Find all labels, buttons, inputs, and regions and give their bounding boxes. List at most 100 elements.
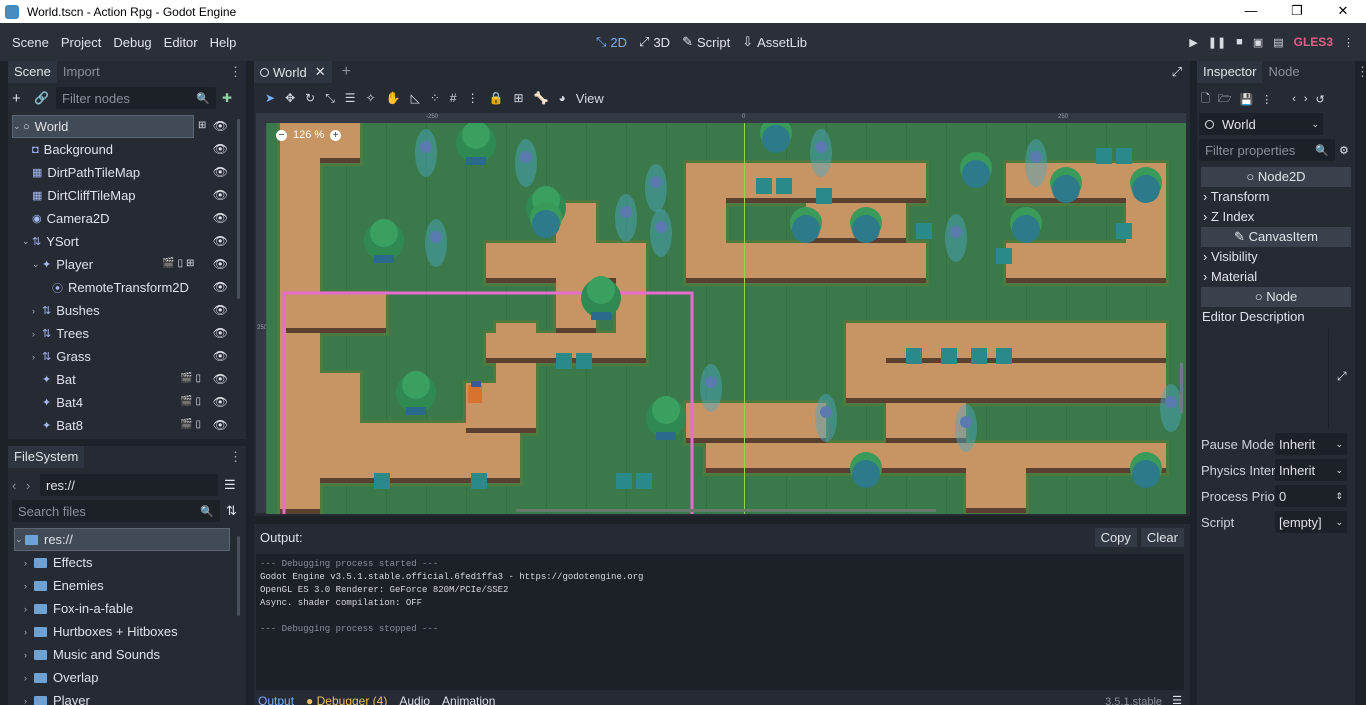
scene-node-dirtclifftilemap[interactable]: ▦ DirtCliffTileMap — [22, 184, 232, 207]
chevron-right-icon[interactable]: › — [24, 696, 34, 705]
file-tree-scrollbar[interactable] — [237, 536, 240, 616]
tab-filesystem[interactable]: FileSystem — [8, 446, 85, 468]
scene-node-trees[interactable]: › ⇅ Trees — [32, 322, 232, 345]
property-value[interactable]: Inherit ⌄ — [1275, 459, 1347, 481]
chevron-right-icon[interactable]: › — [24, 650, 34, 660]
attach-script-icon[interactable]: ✚ — [222, 91, 232, 105]
chevron-right-icon[interactable]: › — [24, 604, 34, 614]
load-resource-icon[interactable]: 🗁 — [1218, 90, 1232, 109]
filter-nodes-input[interactable]: Filter nodes 🔍 — [56, 87, 216, 109]
menu-editor[interactable]: Editor — [158, 35, 204, 50]
visibility-eye-icon[interactable]: 👁 — [213, 188, 228, 202]
scale-mode-icon[interactable]: ⤡ — [325, 91, 335, 106]
menu-scene[interactable]: Scene — [6, 35, 55, 50]
menu-debug[interactable]: Debug — [107, 35, 157, 50]
tab-debugger[interactable]: ● Debugger (4) — [306, 694, 387, 705]
visibility-eye-icon[interactable]: 👁 — [213, 119, 228, 133]
instance-action-icons[interactable]: 🎬▯ — [180, 419, 204, 430]
property-value[interactable]: 0 ⇕ — [1275, 485, 1347, 507]
workspace-3d-button[interactable]: ⤢ 3D — [639, 34, 670, 50]
close-tab-icon[interactable]: ✕ — [315, 64, 326, 80]
tab-audio[interactable]: Audio — [399, 694, 430, 705]
scene-node-player[interactable]: ⌄ ✦ Player — [32, 253, 232, 276]
close-window-button[interactable]: ✕ — [1320, 0, 1366, 23]
zoom-level[interactable]: 126 % — [293, 129, 324, 141]
scene-node-remotetransform2d[interactable]: ⦿ RemoteTransform2D — [42, 276, 232, 299]
path-input[interactable]: res:// — [40, 474, 218, 496]
section-z-index[interactable]: › Z Index — [1203, 207, 1254, 227]
workspace-assetlib-button[interactable]: ⇩ AssetLib — [742, 34, 807, 50]
save-resource-icon[interactable]: 💾 — [1240, 93, 1254, 106]
section-visibility[interactable]: › Visibility — [1203, 247, 1258, 267]
snap-options-icon[interactable]: ⋮ — [467, 91, 479, 105]
visibility-eye-icon[interactable]: 👁 — [213, 211, 228, 225]
pause-icon[interactable]: ❚❚ — [1208, 36, 1226, 49]
folder-item[interactable]: › Hurtboxes + Hitboxes — [24, 620, 230, 643]
copy-button[interactable]: Copy — [1094, 528, 1137, 547]
sort-icon[interactable]: ⇅ — [226, 503, 237, 519]
visibility-eye-icon[interactable]: 👁 — [213, 280, 228, 294]
instance-scene-icon[interactable]: 🔗 — [34, 91, 56, 105]
stop-icon[interactable]: ■ — [1236, 36, 1243, 48]
scene-node-grass[interactable]: › ⇅ Grass — [32, 345, 232, 368]
tab-animation[interactable]: Animation — [442, 694, 495, 705]
scene-tab-world[interactable]: World ✕ — [254, 61, 332, 83]
search-files-input[interactable]: Search files 🔍 — [12, 500, 220, 522]
add-node-icon[interactable]: + — [12, 90, 34, 107]
new-scene-tab-icon[interactable]: + — [342, 63, 351, 81]
renderer-selector[interactable]: GLES3 — [1294, 35, 1333, 49]
tab-import[interactable]: Import — [57, 61, 106, 83]
editor-description-field[interactable] — [1201, 329, 1329, 429]
move-mode-icon[interactable]: ✥ — [285, 91, 295, 105]
visibility-eye-icon[interactable]: 👁 — [213, 165, 228, 179]
forward-icon[interactable]: › — [26, 478, 40, 493]
renderer-dropdown-icon[interactable]: ⋮ — [1343, 36, 1354, 49]
scene-node-camera2d[interactable]: ◉ Camera2D — [22, 207, 232, 230]
visibility-eye-icon[interactable]: 👁 — [213, 257, 228, 271]
scene-dock-menu-icon[interactable]: ⋮ — [229, 64, 242, 80]
expand-editor-icon[interactable]: ⤢ — [1337, 369, 1347, 384]
scene-node-world[interactable]: ⌄ ○ World — [12, 115, 194, 138]
play-custom-scene-icon[interactable]: ▤ — [1273, 36, 1283, 49]
chevron-down-icon[interactable]: ⌄ — [15, 534, 25, 545]
instance-action-icons[interactable]: 🎬▯⊞ — [162, 258, 197, 269]
grid-snap-icon[interactable]: # — [450, 91, 457, 105]
chevron-down-icon[interactable]: ⌄ — [32, 259, 42, 270]
folder-item[interactable]: › Overlap — [24, 666, 230, 689]
workspace-script-button[interactable]: ✎ Script — [682, 34, 730, 50]
lock-icon[interactable]: 🔒 — [489, 91, 504, 105]
scene-tree-scrollbar[interactable] — [237, 119, 240, 299]
smart-snap-icon[interactable]: ⁘ — [430, 91, 440, 105]
object-selector[interactable]: World ⌄ — [1199, 113, 1323, 135]
distraction-free-icon[interactable]: ⤢ — [1172, 64, 1182, 80]
select-mode-icon[interactable]: ➤ — [265, 91, 275, 105]
chevron-right-icon[interactable]: › — [24, 558, 34, 568]
group-icon[interactable]: ⊞ — [198, 120, 209, 131]
history-back-icon[interactable]: ‹ — [1292, 93, 1296, 105]
pivot-mode-icon[interactable]: ✧ — [366, 91, 376, 105]
visibility-eye-icon[interactable]: 👁 — [213, 349, 228, 363]
chevron-down-icon[interactable]: ⌄ — [13, 121, 23, 132]
instance-action-icons[interactable]: 🎬▯ — [180, 373, 204, 384]
visibility-eye-icon[interactable]: 👁 — [213, 142, 228, 156]
zoom-out-icon[interactable]: − — [276, 129, 287, 141]
tab-inspector[interactable]: Inspector — [1197, 61, 1263, 83]
scene-node-ysort[interactable]: ⌄ ⇅ YSort — [22, 230, 232, 253]
clear-button[interactable]: Clear — [1140, 528, 1184, 547]
inspector-menu-icon[interactable]: ⋮ — [1261, 93, 1272, 106]
maximize-button[interactable]: ❐ — [1274, 0, 1320, 23]
property-value[interactable]: [empty] ⌄ — [1275, 511, 1347, 533]
workspace-2d-button[interactable]: ⤡ 2D — [596, 34, 627, 50]
filter-properties-input[interactable]: Filter properties 🔍 — [1199, 139, 1335, 161]
scene-node-dirtpathtilemap[interactable]: ▦ DirtPathTileMap — [22, 161, 232, 184]
split-mode-icon[interactable]: ☰ — [224, 477, 236, 493]
play-icon[interactable]: ▶ — [1189, 36, 1197, 49]
bottom-panel-toggle-icon[interactable]: ☰ — [1172, 694, 1182, 705]
zoom-in-icon[interactable]: + — [330, 129, 342, 141]
instance-action-icons[interactable]: 🎬▯ — [180, 396, 204, 407]
scene-node-background[interactable]: ◘ Background — [22, 138, 232, 161]
folder-item[interactable]: › Effects — [24, 551, 230, 574]
chevron-right-icon[interactable]: › — [24, 673, 34, 683]
chevron-right-icon[interactable]: › — [32, 329, 42, 339]
menu-help[interactable]: Help — [204, 35, 243, 50]
